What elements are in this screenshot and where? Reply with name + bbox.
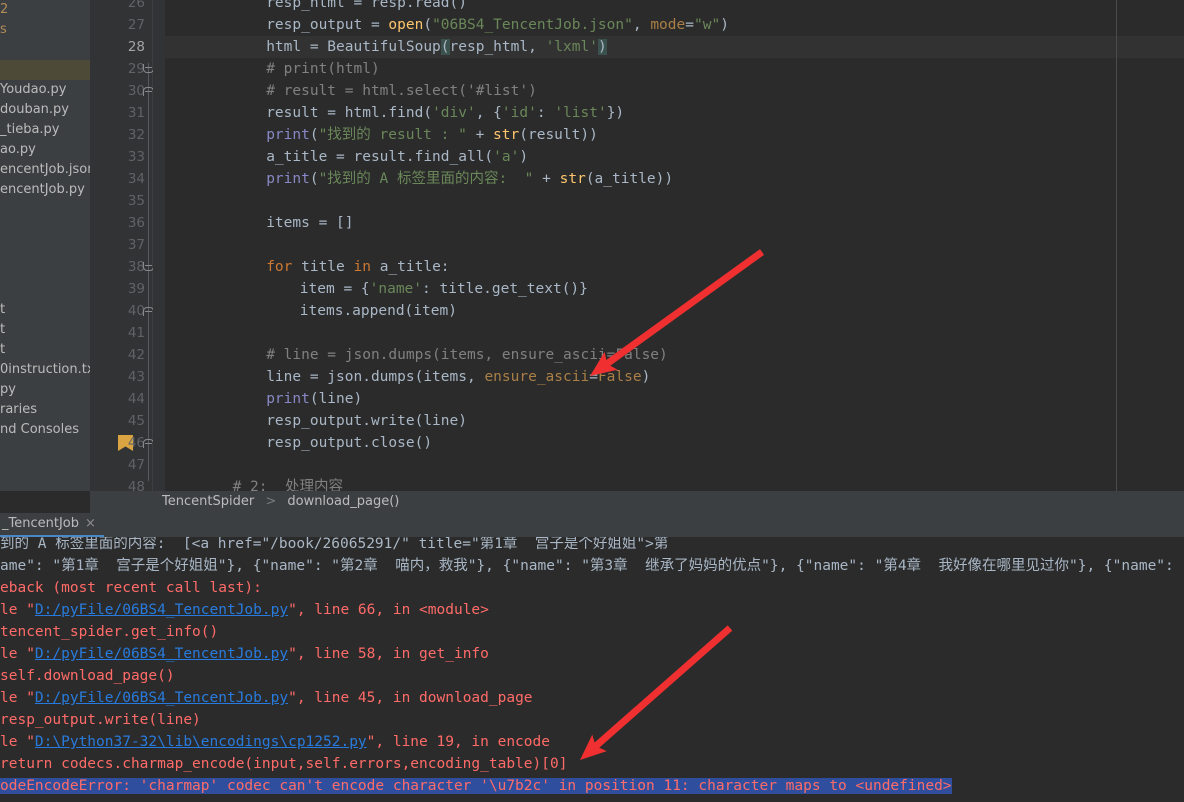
code-line[interactable]: resp_output.write(line) — [266, 410, 467, 432]
tree-item[interactable]: t — [0, 340, 90, 360]
code-line[interactable]: print("找到的 A 标签里面的内容: " + str(a_title)) — [266, 168, 673, 190]
line-number: 28 — [127, 39, 145, 55]
console-line[interactable]: resp_output.write(line) — [0, 709, 201, 731]
code-line[interactable]: # print(html) — [266, 58, 380, 80]
console-line[interactable]: le "D:/pyFile/06BS4_TencentJob.py", line… — [0, 687, 533, 709]
line-number: 38 — [127, 259, 145, 275]
code-line[interactable]: print("找到的 result : " + str(result)) — [266, 124, 598, 146]
tree-item[interactable]: encentJob.py — [0, 180, 90, 200]
line-number: 31 — [127, 105, 145, 121]
line-number: 26 — [127, 0, 145, 11]
tree-item[interactable]: Youdao.py — [0, 80, 90, 100]
tree-item[interactable] — [0, 280, 90, 300]
run-tab-tencentjob[interactable]: _TencentJob × — [0, 513, 104, 537]
tree-item[interactable]: douban.py — [0, 100, 90, 120]
code-line[interactable]: # result = html.select('#list') — [266, 80, 537, 102]
line-number: 40 — [127, 303, 145, 319]
line-number: 32 — [127, 127, 145, 143]
project-tree-panel[interactable]: 2 s Youdao.py douban.py _tieba.py ao.py encent… — [0, 0, 90, 491]
code-line[interactable]: resp_output = open("06BS4_TencentJob.jso… — [266, 14, 729, 36]
code-line[interactable]: html = BeautifulSoup(resp_html, 'lxml') — [266, 36, 607, 58]
tree-item[interactable] — [0, 260, 90, 280]
line-number: 27 — [127, 17, 145, 33]
breadcrumb-class[interactable]: TencentSpider — [162, 494, 254, 509]
pycharm-window: 2 s Youdao.py douban.py _tieba.py ao.py encent… — [0, 0, 1184, 802]
tree-item[interactable] — [0, 240, 90, 260]
line-number: 41 — [127, 325, 145, 341]
console-line[interactable]: le "D:/pyFile/06BS4_TencentJob.py", line… — [0, 643, 489, 665]
code-line[interactable]: resp_output.close() — [266, 432, 432, 454]
console-line[interactable]: odeEncodeError: 'charmap' codec can't en… — [0, 775, 952, 797]
breadcrumb-separator-icon: > — [265, 494, 277, 509]
console-line[interactable]: 到的 A 标签里面的内容: [<a href="/book/26065291/"… — [0, 537, 668, 555]
right-margin-guide — [1116, 0, 1117, 491]
code-line[interactable]: items = [] — [266, 212, 353, 234]
fold-region-line — [148, 63, 149, 481]
code-line[interactable]: for title in a_title: — [266, 256, 449, 278]
line-number: 43 — [127, 369, 145, 385]
line-number: 48 — [127, 479, 145, 491]
console-line[interactable]: le "D:\Python37-32\lib\encodings\cp1252.… — [0, 731, 550, 753]
breadcrumb[interactable]: TencentSpider > download_page() — [90, 491, 1184, 513]
code-editor[interactable]: 26 27 28 29 30 31 32 33 34 35 36 37 38 39 40 41 42 43 44 45… — [90, 0, 1184, 491]
tree-item[interactable] — [0, 60, 90, 80]
console-line[interactable]: self.download_page() — [0, 665, 175, 687]
tree-item[interactable]: raries — [0, 400, 90, 420]
tree-item[interactable] — [0, 40, 90, 60]
code-line[interactable]: # line = json.dumps(items, ensure_ascii=… — [266, 344, 668, 366]
tree-item[interactable]: encentJob.json — [0, 160, 90, 180]
console-line[interactable]: eback (most recent call last): — [0, 577, 262, 599]
line-number: 29 — [127, 61, 145, 77]
tree-item[interactable]: t — [0, 320, 90, 340]
line-number: 45 — [127, 413, 145, 429]
code-line[interactable]: line = json.dumps(items, ensure_ascii=Fa… — [266, 366, 650, 388]
line-number: 35 — [127, 193, 145, 209]
line-number: 36 — [127, 215, 145, 231]
tree-item[interactable] — [0, 200, 90, 220]
run-tool-window: _TencentJob × 到的 A 标签里面的内容: [<a href="/bo… — [0, 513, 1184, 802]
code-line[interactable]: item = {'name': title.get_text()} — [300, 278, 588, 300]
code-line[interactable]: # 2: 处理内容 — [233, 476, 343, 491]
tree-item[interactable] — [0, 220, 90, 240]
console-line[interactable]: le "D:/pyFile/06BS4_TencentJob.py", line… — [0, 599, 489, 621]
breadcrumb-method[interactable]: download_page() — [287, 494, 399, 509]
console-line[interactable]: return codecs.charmap_encode(input,self.… — [0, 753, 567, 775]
close-icon[interactable]: × — [85, 516, 96, 531]
line-number: 44 — [127, 391, 145, 407]
console-line[interactable]: ame": "第1章 宫子是个好姐姐"}, {"name": "第2章 喵内，救… — [0, 555, 1184, 577]
code-line[interactable]: resp_html = resp.read() — [266, 0, 467, 14]
tree-item[interactable]: 2 — [0, 0, 90, 20]
code-line[interactable]: result = html.find('div', {'id': 'list'}… — [266, 102, 624, 124]
code-line[interactable]: items.append(item) — [300, 300, 457, 322]
selected-error-text: odeEncodeError: 'charmap' codec can't en… — [0, 778, 952, 794]
tree-item[interactable]: _tieba.py — [0, 120, 90, 140]
line-number: 39 — [127, 281, 145, 297]
line-number: 46 — [127, 435, 145, 451]
gutter-marker-strip — [153, 0, 165, 491]
line-number: 30 — [127, 83, 145, 99]
tree-item[interactable]: 0instruction.txt — [0, 360, 90, 380]
line-number: 42 — [127, 347, 145, 363]
line-number: 33 — [127, 149, 145, 165]
line-number: 37 — [127, 237, 145, 253]
editor-gutter[interactable]: 26 27 28 29 30 31 32 33 34 35 36 37 38 39 40 41 42 43 44 45… — [90, 0, 154, 491]
run-tab-bar: _TencentJob × — [0, 513, 1184, 537]
code-text-area[interactable]: resp_html = resp.read() resp_output = ope… — [165, 0, 1184, 491]
console-output[interactable]: 到的 A 标签里面的内容: [<a href="/book/26065291/"… — [0, 537, 1184, 802]
tree-item[interactable]: s — [0, 20, 90, 40]
code-line[interactable]: print(line) — [266, 388, 362, 410]
console-line[interactable]: tencent_spider.get_info() — [0, 621, 218, 643]
tree-item[interactable]: py — [0, 380, 90, 400]
line-number: 47 — [127, 457, 145, 473]
tree-item[interactable]: ao.py — [0, 140, 90, 160]
line-number: 34 — [127, 171, 145, 187]
code-line[interactable]: a_title = result.find_all('a') — [266, 146, 528, 168]
tree-item[interactable]: nd Consoles — [0, 420, 90, 440]
run-tab-label: _TencentJob — [2, 516, 79, 531]
tree-item[interactable]: t — [0, 300, 90, 320]
